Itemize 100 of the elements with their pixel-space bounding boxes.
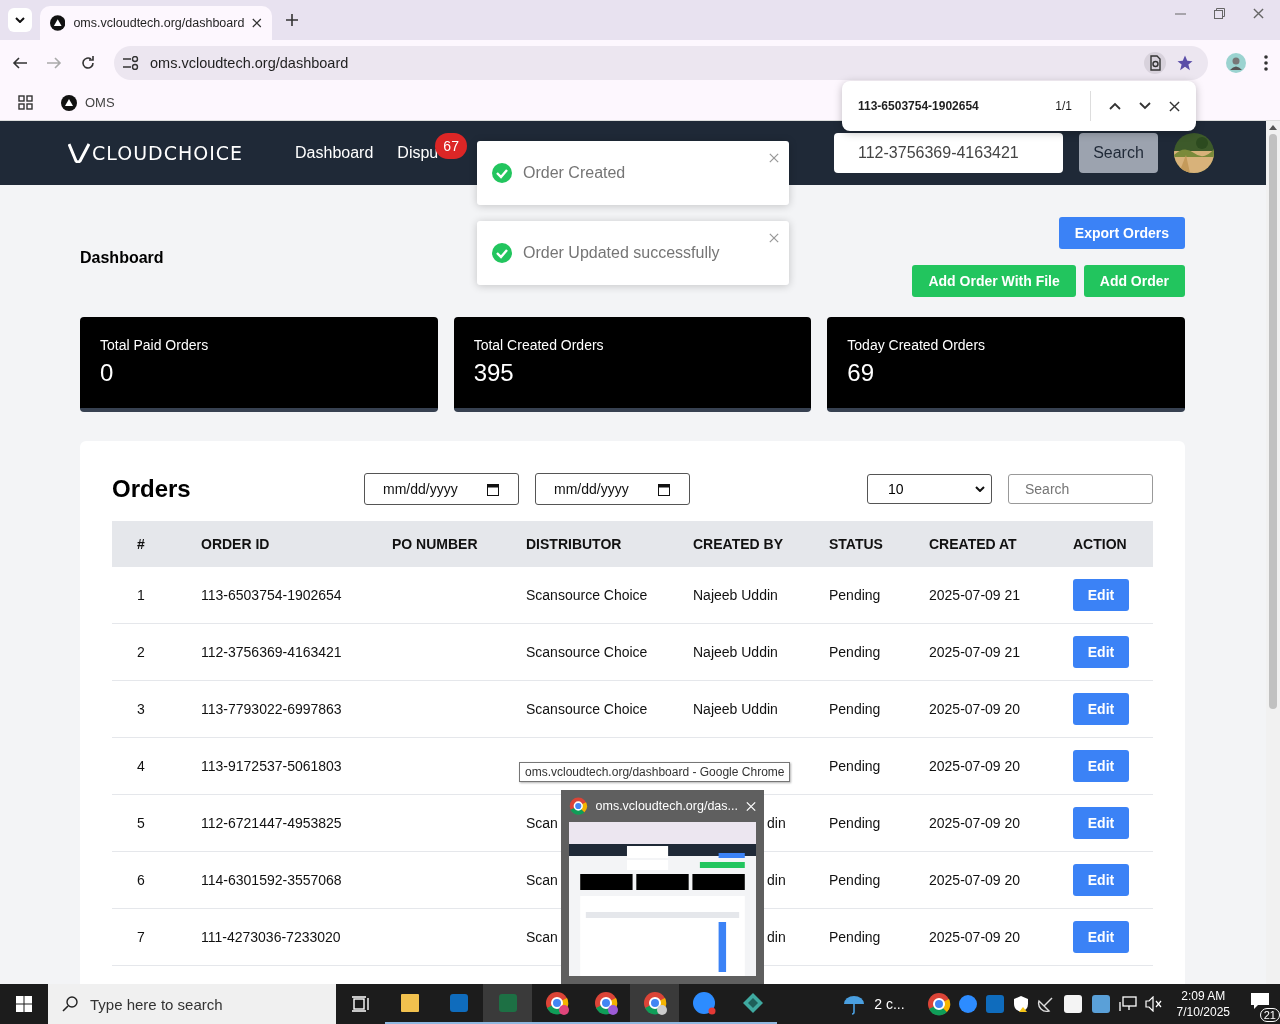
table-cell-text: 6 [137, 872, 146, 888]
table-cell-text: Pending [829, 929, 882, 945]
browser-tab[interactable]: oms.vcloudtech.org/dashboard [40, 6, 272, 40]
table-cell-text: 3 [137, 701, 146, 717]
browser-icon[interactable] [544, 991, 569, 1015]
bookmark-link[interactable]: OMS [85, 95, 115, 110]
folder-icon[interactable] [399, 993, 420, 1013]
export-orders-button[interactable]: Export Orders [1058, 217, 1185, 249]
table-cell-text: din [766, 872, 787, 888]
back-icon[interactable] [12, 54, 28, 71]
reload-icon[interactable] [80, 54, 96, 71]
task-view-icon[interactable] [351, 996, 370, 1012]
calendar-icon[interactable] [658, 483, 670, 496]
network-icon[interactable] [1118, 996, 1137, 1012]
clock-date[interactable]: 7/10/2025 [1176, 1004, 1230, 1020]
table-cell-text: 2025-07-09 20 [929, 701, 1022, 717]
table-cell-text: 113-7793022-6997863 [201, 701, 343, 717]
column-header: PO NUMBER [392, 535, 479, 552]
column-header: STATUS [829, 535, 884, 552]
find-in-page-icon[interactable] [1144, 51, 1166, 74]
edit-button[interactable]: Edit [1073, 807, 1129, 839]
check-icon [491, 162, 513, 184]
close-window-icon[interactable] [1253, 7, 1264, 19]
find-query-field[interactable]: 113-6503754-1902654 [858, 99, 1038, 113]
nav-link[interactable]: Dashboard [295, 144, 374, 162]
site-logo-icon [61, 94, 77, 111]
new-tab-icon[interactable] [286, 14, 298, 26]
orders-title: Orders [112, 475, 192, 503]
table-cell-text: Scan [526, 815, 559, 831]
table-cell-text: din [766, 815, 787, 831]
table-cell-text: 2025-07-09 21 [929, 587, 1022, 603]
restore-icon[interactable] [1214, 7, 1225, 19]
stat-value: 69 [847, 359, 876, 387]
close-icon[interactable] [1169, 100, 1180, 112]
date-field[interactable]: mm/dd/yyyy [364, 473, 519, 505]
chevron-down-icon [975, 486, 985, 492]
search-button[interactable]: Search [1079, 133, 1158, 173]
muted-speaker-icon[interactable] [1144, 996, 1163, 1012]
toast-message: Order Created [523, 164, 626, 182]
date-field[interactable]: mm/dd/yyyy [535, 473, 690, 505]
table-cell-text: 2025-07-09 20 [929, 872, 1022, 888]
table-cell-text: Najeeb Uddin [693, 701, 779, 717]
edit-button[interactable]: Edit [1073, 636, 1129, 668]
logo-swoosh-icon [68, 143, 90, 163]
brand-logo: CLOUDCHOICE [92, 142, 244, 164]
app-tray-icon[interactable] [1062, 994, 1083, 1014]
chevron-down-icon [15, 17, 25, 23]
edit-button[interactable]: Edit [1073, 693, 1129, 725]
tab-list-button[interactable] [8, 8, 32, 32]
edit-button[interactable]: Edit [1073, 864, 1129, 896]
table-cell-text: Pending [829, 815, 882, 831]
table-cell-text: 113-9172537-5061803 [201, 758, 343, 774]
search-field[interactable]: Search [1008, 474, 1153, 504]
site-settings-icon[interactable] [122, 55, 140, 70]
table-cell-text: Scan [526, 929, 559, 945]
browser-icon[interactable] [642, 991, 667, 1015]
shield-icon[interactable] [1012, 995, 1029, 1013]
table-cell-text: Najeeb Uddin [693, 644, 779, 660]
column-header: CREATED BY [693, 535, 784, 552]
menu-icon[interactable] [1264, 54, 1268, 71]
table-cell-text: Scansource Choice [526, 587, 649, 603]
app-tray-icon[interactable] [1090, 994, 1111, 1014]
chevron-down-icon[interactable] [1139, 102, 1151, 110]
stat-label: Total Paid Orders [100, 337, 210, 353]
chevron-up-icon[interactable] [1109, 102, 1121, 110]
order-search-field[interactable]: 112-3756369-4163421 [834, 133, 1063, 173]
apps-grid-icon[interactable] [18, 95, 33, 110]
page-title: Dashboard [80, 249, 164, 267]
satellite-icon[interactable] [1036, 995, 1055, 1013]
browser-tray-icon[interactable] [926, 992, 951, 1016]
page-size-select[interactable]: 10 [867, 474, 992, 504]
scrollbar-thumb[interactable] [1269, 134, 1277, 709]
site-logo-icon [50, 15, 66, 31]
table-cell-text: 2025-07-09 20 [929, 758, 1022, 774]
table-cell-text: din [766, 929, 787, 945]
app-icon[interactable] [741, 992, 764, 1014]
edit-button[interactable]: Edit [1073, 921, 1129, 953]
calendar-icon[interactable] [487, 483, 499, 496]
stat-label: Today Created Orders [847, 337, 987, 353]
profile-icon[interactable] [1226, 52, 1246, 73]
browser-icon[interactable] [593, 991, 618, 1015]
notification-icon[interactable] [1250, 992, 1270, 1010]
video-meeting-icon[interactable] [691, 991, 716, 1015]
mail-tray-icon[interactable] [984, 994, 1005, 1014]
clock-time[interactable]: 2:09 AM [1181, 988, 1226, 1004]
table-cell-text: Scan [526, 872, 559, 888]
table-cell-text: Pending [829, 701, 882, 717]
preview-title: oms.vcloudtech.org/das... [595, 799, 738, 813]
windows-logo-icon[interactable] [16, 996, 32, 1012]
mail-app-icon[interactable] [448, 993, 469, 1013]
edit-button[interactable]: Edit [1073, 579, 1129, 611]
table-cell-text: 2025-07-09 20 [929, 929, 1022, 945]
scroll-up-icon[interactable] [1269, 125, 1277, 130]
check-icon [491, 242, 513, 264]
table-cell-text: 112-3756369-4163421 [201, 644, 343, 660]
taskbar-search-field[interactable]: Type here to search [48, 984, 336, 1024]
close-tab-icon[interactable] [252, 18, 262, 28]
table-cell-text: Scansource Choice [526, 701, 649, 717]
edit-button[interactable]: Edit [1073, 750, 1129, 782]
table-cell-text: Najeeb Uddin [693, 587, 779, 603]
